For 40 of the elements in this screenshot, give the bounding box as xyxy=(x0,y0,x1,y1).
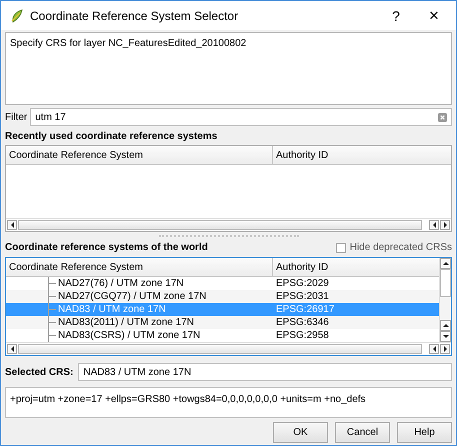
column-header[interactable]: Authority ID xyxy=(273,258,439,276)
selected-crs-field[interactable]: NAD83 / UTM zone 17N xyxy=(78,363,452,381)
crs-name: NAD83 / UTM zone 17N xyxy=(58,304,166,315)
selected-crs-label: Selected CRS: xyxy=(5,366,74,378)
authority-id: EPSG:6346 xyxy=(275,316,330,329)
section-title: Coordinate reference systems of the world xyxy=(5,242,208,253)
authority-id: EPSG:26917 xyxy=(275,303,336,316)
authority-id: EPSG:2029 xyxy=(275,277,330,290)
proj-string-text: +proj=utm +zone=17 +ellps=GRS80 +towgs84=0,0,0,0,0,0,0 +units=m +no_defs xyxy=(10,394,366,405)
filter-field[interactable]: utm 17 xyxy=(30,108,452,126)
description-text: Specify CRS for layer NC_FeaturesEdited_20100802 xyxy=(10,38,246,49)
crs-name: NAD27(76) / UTM zone 17N xyxy=(58,278,184,289)
horizontal-scrollbar[interactable] xyxy=(18,220,422,230)
table-row[interactable]: NAD27(76) / UTM zone 17N EPSG:2029 xyxy=(6,277,439,290)
crs-name: NAD83(CSRS) / UTM zone 17N xyxy=(58,330,200,341)
authority-id: EPSG:2958 xyxy=(275,329,330,342)
splitter-handle[interactable] xyxy=(158,235,298,239)
dialog-button[interactable]: Help xyxy=(397,422,452,443)
vertical-scrollbar-thumb[interactable] xyxy=(440,269,451,297)
column-header[interactable]: Authority ID xyxy=(273,146,451,164)
clear-icon[interactable] xyxy=(438,112,447,122)
section-title: Recently used coordinate reference systems xyxy=(5,131,218,142)
checkbox[interactable] xyxy=(336,242,346,252)
table-row[interactable]: NAD83(CSRS) / UTM zone 17N EPSG:2958 xyxy=(6,329,439,342)
checkbox-label[interactable]: Hide deprecated CRSs xyxy=(350,242,452,253)
column-header[interactable]: Coordinate Reference System xyxy=(6,146,273,164)
filter-label: Filter xyxy=(5,112,28,122)
table-row[interactable]: NAD27(CGQ77) / UTM zone 17N EPSG:2031 xyxy=(6,290,439,303)
crs-name: NAD27(CGQ77) / UTM zone 17N xyxy=(58,291,206,302)
crs-name: NAD83(2011) / UTM zone 17N xyxy=(58,317,194,328)
close-button[interactable]: × xyxy=(418,6,450,26)
dialog-button[interactable]: OK xyxy=(273,422,328,443)
column-header[interactable]: Coordinate Reference System xyxy=(6,258,273,276)
dialog-button[interactable]: Cancel xyxy=(335,422,390,443)
authority-id: EPSG:2031 xyxy=(275,290,330,303)
horizontal-scrollbar[interactable] xyxy=(18,344,422,354)
help-button[interactable]: ? xyxy=(380,8,412,24)
leaf-icon xyxy=(10,8,24,22)
window-title: Coordinate Reference System Selector xyxy=(30,8,240,22)
table-row[interactable]: NAD83(2011) / UTM zone 17N EPSG:6346 xyxy=(6,316,439,329)
